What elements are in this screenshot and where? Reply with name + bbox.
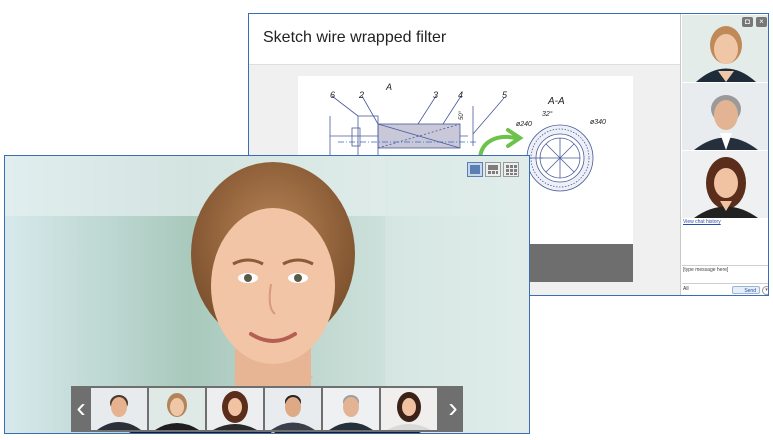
- participant-tile-1[interactable]: ◘ ×: [682, 15, 768, 82]
- callout-3: 3: [433, 90, 438, 100]
- callout-4: 4: [458, 90, 463, 100]
- participant-filmstrip: ‹ ›: [71, 386, 463, 432]
- send-label: Send: [744, 288, 756, 294]
- dim-angle-2: 32°: [542, 110, 553, 118]
- section-title: A-A: [547, 96, 565, 107]
- chat-controls: All Send ▾: [682, 283, 768, 295]
- filmstrip-thumb-1[interactable]: [91, 388, 147, 430]
- whiteboard-header: Sketch wire wrapped filter: [249, 14, 680, 65]
- callout-2: 2: [358, 90, 364, 100]
- callout-5: 5: [502, 90, 508, 100]
- chevron-down-icon[interactable]: ▾: [762, 286, 768, 295]
- filmstrip-thumb-6[interactable]: [381, 388, 437, 430]
- grid-view-icon[interactable]: [503, 162, 519, 177]
- layout-switcher: [467, 162, 519, 179]
- recipient-select[interactable]: All: [683, 286, 727, 293]
- chat-message-input[interactable]: [type message here]: [683, 267, 728, 273]
- filmstrip-thumb-4[interactable]: [265, 388, 321, 430]
- participant-tile-2[interactable]: [682, 83, 768, 150]
- section-mark: A: [385, 82, 392, 92]
- callout-6: 6: [330, 90, 335, 100]
- camera-icon[interactable]: ◘: [742, 17, 753, 27]
- filmstrip-thumb-2[interactable]: [149, 388, 205, 430]
- dim-d240: ø240: [516, 121, 532, 128]
- view-chat-history-link[interactable]: View chat history: [683, 219, 721, 225]
- dim-d340: ø340: [590, 119, 606, 126]
- participant-tile-3[interactable]: [682, 151, 768, 218]
- send-button[interactable]: Send: [732, 286, 760, 294]
- video-call-window: ‹ ›: [4, 155, 530, 434]
- participants-sidebar: ◘ × View chat history [type message here…: [680, 14, 768, 295]
- dim-angle-1: 50°: [459, 110, 465, 120]
- filmstrip-thumb-3[interactable]: [207, 388, 263, 430]
- split-view-icon[interactable]: [485, 162, 501, 177]
- prev-arrow-icon[interactable]: ‹: [71, 386, 91, 432]
- filmstrip-thumb-5[interactable]: [323, 388, 379, 430]
- next-arrow-icon[interactable]: ›: [443, 386, 463, 432]
- whiteboard-title: Sketch wire wrapped filter: [263, 29, 447, 46]
- single-view-icon[interactable]: [467, 162, 483, 177]
- chat-input-box[interactable]: [type message here]: [682, 265, 768, 283]
- close-icon[interactable]: ×: [756, 17, 767, 27]
